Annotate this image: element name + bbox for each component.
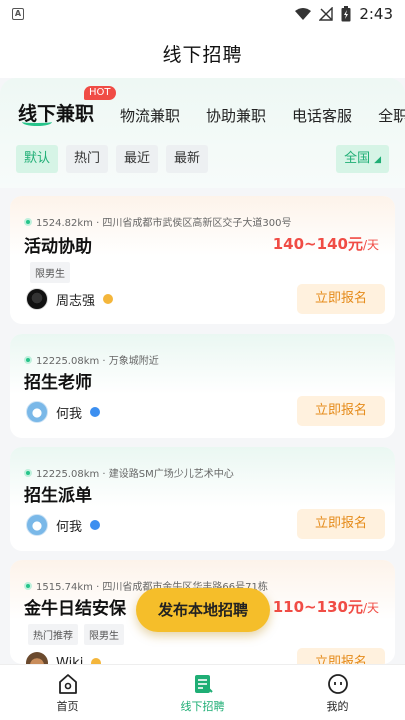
job-location-text: 12225.08km · 万象城附近 [36, 356, 159, 367]
avatar [26, 288, 48, 310]
job-tags: 热门推荐 限男生 [28, 624, 124, 645]
battery-charging-icon [341, 6, 351, 22]
tab-fulltime[interactable]: 全职 [378, 105, 405, 130]
job-location-text: 12225.08km · 建设路SM广场少儿艺术中心 [36, 469, 234, 480]
nav-recruit[interactable]: 线下招聘 [135, 665, 270, 720]
job-card[interactable]: 12225.08km · 建设路SM广场少儿艺术中心 招生派单 何我 立即报名 [10, 447, 395, 551]
job-salary-amount: 110~130元 [272, 598, 363, 616]
job-poster: Wiki [26, 652, 102, 665]
avatar [26, 652, 48, 664]
sort-popular[interactable]: 热门 [66, 145, 109, 173]
nav-home[interactable]: 首页 [0, 665, 135, 720]
caret-down-icon: ◢ [374, 155, 381, 165]
job-tag: 限男生 [30, 262, 70, 283]
status-bar: A 2:43 [0, 0, 405, 28]
apply-button[interactable]: 立即报名 [297, 396, 385, 426]
job-salary: 110~130元/天 [273, 596, 379, 617]
filter-panel: 线下兼职 物流兼职 协助兼职 电话客服 全职 HOT 默认 热门 最近 最新 全… [0, 78, 405, 188]
active-tab-indicator [22, 118, 52, 126]
job-card[interactable]: 1524.82km · 四川省成都市武侯区高新区交子大道300号 活动协助 14… [10, 196, 395, 324]
job-poster: 何我 [26, 401, 101, 423]
job-salary-amount: 140~140元 [272, 235, 363, 253]
region-label: 全国 [344, 151, 371, 166]
job-title: 活动协助 [24, 237, 92, 257]
region-selector[interactable]: 全国 ◢ [336, 145, 389, 173]
poster-name: 何我 [56, 519, 83, 535]
tab-phone-service[interactable]: 电话客服 [292, 105, 352, 130]
sort-options: 默认 热门 最近 最新 [16, 145, 209, 173]
bottom-nav: 首页 线下招聘 我的 [0, 664, 405, 720]
job-title: 招生老师 [24, 373, 92, 393]
sort-nearest[interactable]: 最近 [116, 145, 159, 173]
job-tag: 热门推荐 [28, 624, 78, 645]
hot-badge: HOT [84, 86, 116, 100]
nav-home-label: 首页 [56, 700, 79, 713]
notification-a-icon: A [12, 8, 24, 20]
no-signal-icon [319, 7, 334, 21]
home-icon [58, 674, 77, 694]
location-pin-icon [24, 468, 32, 477]
job-salary: 140~140元/天 [273, 233, 379, 254]
job-location-text: 1524.82km · 四川省成都市武侯区高新区交子大道300号 [36, 218, 292, 229]
verified-badge-icon [90, 520, 101, 530]
job-tag: 限男生 [84, 624, 124, 645]
wifi-icon [295, 7, 312, 20]
tab-logistics-parttime[interactable]: 物流兼职 [120, 105, 180, 130]
job-card[interactable]: 12225.08km · 万象城附近 招生老师 何我 立即报名 [10, 334, 395, 438]
sort-newest[interactable]: 最新 [166, 145, 209, 173]
job-tags: 限男生 [30, 262, 70, 283]
sort-default[interactable]: 默认 [16, 145, 59, 173]
job-location: 12225.08km · 万象城附近 [24, 352, 159, 367]
apply-button[interactable]: 立即报名 [297, 648, 385, 664]
poster-name: 周志强 [56, 293, 96, 309]
job-location: 12225.08km · 建设路SM广场少儿艺术中心 [24, 465, 234, 480]
recruit-document-icon [194, 675, 213, 693]
job-salary-unit: /天 [362, 601, 379, 615]
nav-profile[interactable]: 我的 [270, 665, 405, 720]
job-poster: 何我 [26, 514, 101, 536]
avatar [26, 514, 48, 536]
poster-name: Wiki [56, 655, 84, 665]
publish-local-recruit-button[interactable]: 发布本地招聘 [136, 588, 270, 632]
location-pin-icon [24, 217, 32, 226]
job-poster: 周志强 [26, 288, 114, 310]
location-pin-icon [24, 581, 32, 590]
job-location: 1524.82km · 四川省成都市武侯区高新区交子大道300号 [24, 214, 292, 229]
page-title: 线下招聘 [162, 43, 243, 66]
profile-face-icon [327, 674, 348, 694]
apply-button[interactable]: 立即报名 [297, 509, 385, 539]
verified-badge-icon [90, 407, 101, 417]
verified-badge-icon [103, 294, 114, 304]
clock: 2:43 [359, 5, 393, 23]
location-pin-icon [24, 355, 32, 364]
category-tabs: 线下兼职 物流兼职 协助兼职 电话客服 全职 [0, 90, 405, 130]
nav-recruit-label: 线下招聘 [180, 700, 225, 713]
job-salary-unit: /天 [362, 238, 379, 252]
poster-name: 何我 [56, 406, 83, 422]
app-header: 线下招聘 [0, 28, 405, 78]
tab-assist-parttime[interactable]: 协助兼职 [206, 105, 266, 130]
nav-profile-label: 我的 [326, 700, 349, 713]
apply-button[interactable]: 立即报名 [297, 284, 385, 314]
job-title: 招生派单 [24, 486, 92, 506]
job-title: 金牛日结安保 [24, 599, 126, 619]
avatar [26, 401, 48, 423]
